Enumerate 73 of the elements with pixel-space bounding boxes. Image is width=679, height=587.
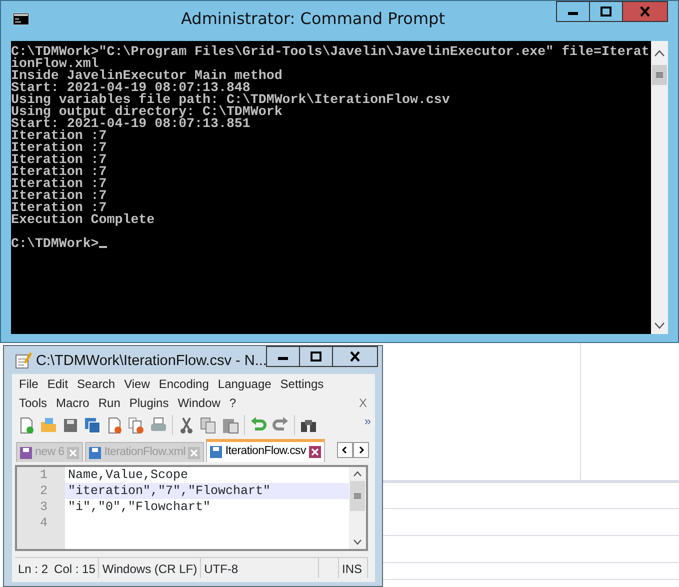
cut-icon[interactable] [178,416,195,434]
line-number: 1 [39,467,49,483]
notepad-icon [14,352,32,370]
scrollbar[interactable] [349,467,366,549]
console-line: Execution Complete [11,212,155,227]
grip-icon [656,72,663,78]
menu-item[interactable]: Search [76,374,122,392]
close-button[interactable] [332,346,378,367]
code-line: Name,Value,Scope [68,468,188,482]
tab-label: new 6 [35,444,64,460]
maximize-button[interactable] [298,346,333,367]
status-text: UTF-8 [201,558,320,578]
maximize-button[interactable] [589,1,623,22]
scroll-left-icon[interactable] [337,442,353,458]
tab-label: IterationFlow.xml [104,444,186,460]
scroll-right-icon[interactable] [353,442,369,458]
more-tools-button[interactable]: » [364,412,371,430]
menu-item[interactable]: Run [97,394,126,412]
print-icon[interactable] [150,416,167,434]
status-text: INS [338,558,368,578]
paste-icon[interactable] [222,416,239,434]
line-number: 3 [39,499,49,515]
console-line: C:\TDMWork>"C:\Program Files\Grid-Tools\Javelin\JavelinExecutor.exe" file=Iterat [11,44,650,59]
redo-icon[interactable] [272,416,289,434]
line-number: 2 [39,483,49,499]
window-title: Administrator: Command Prompt [180,8,446,30]
close-document-button[interactable]: X [358,394,373,412]
menu-item[interactable]: ? [228,394,242,412]
scroll-thumb[interactable] [652,65,667,85]
menu-item[interactable]: Plugins [128,394,175,412]
console-icon [13,13,29,25]
window-title: C:\TDMWork\IterationFlow.csv - N... [36,352,267,371]
file-tab[interactable]: IterationFlow.csv [206,439,325,462]
tab-label: IterationFlow.csv [225,444,306,460]
save-icon [210,446,222,458]
save-all-icon[interactable] [84,416,101,434]
code-line: "iteration","7","Flowchart" [68,484,271,498]
scrollbar[interactable] [651,41,668,334]
status-text: Windows (CR LF) [99,558,202,578]
menu-item[interactable]: Edit [46,374,74,392]
new-file-icon[interactable] [18,416,35,434]
save-icon[interactable] [62,416,79,434]
menu-item[interactable]: Window [176,394,226,412]
code-line: "i","0","Flowchart" [68,500,211,514]
save-icon [20,446,32,458]
scroll-thumb[interactable] [350,481,365,511]
copy-icon[interactable] [200,416,217,434]
minimize-button[interactable] [556,1,590,22]
console-line: C:\TDMWork> [11,235,99,250]
undo-icon[interactable] [250,416,267,434]
close-file-icon[interactable] [106,416,123,434]
close-icon [348,351,361,362]
close-icon[interactable] [308,446,321,458]
menu-item[interactable]: File [18,374,44,392]
text-editor[interactable]: 1 2 3 4 Name,Value,Scope "iteration","7","Flowchart" "i","0","Flowchart" [15,465,368,551]
close-all-icon[interactable] [128,416,145,434]
menu-item[interactable]: Encoding [158,374,215,392]
menu-item[interactable]: View [123,374,156,392]
status-text: Ln : 2 [17,561,50,578]
grip-icon [354,493,361,499]
menu-item[interactable]: Language [216,374,278,392]
close-icon [639,6,651,17]
status-text: Col : 15 [51,558,100,578]
menu-item[interactable]: Settings [279,374,330,392]
console-line: Inside JavelinExecutor Main method [11,68,282,83]
line-number: 4 [39,515,49,531]
menu-item[interactable]: Tools [18,394,54,412]
console-line: Using output directory: C:\TDMWork [11,104,282,119]
maximize-icon [600,6,612,17]
menu-item[interactable]: Macro [55,394,96,412]
save-icon [89,446,102,458]
maximize-icon [310,351,322,362]
minimize-button[interactable] [266,346,300,367]
